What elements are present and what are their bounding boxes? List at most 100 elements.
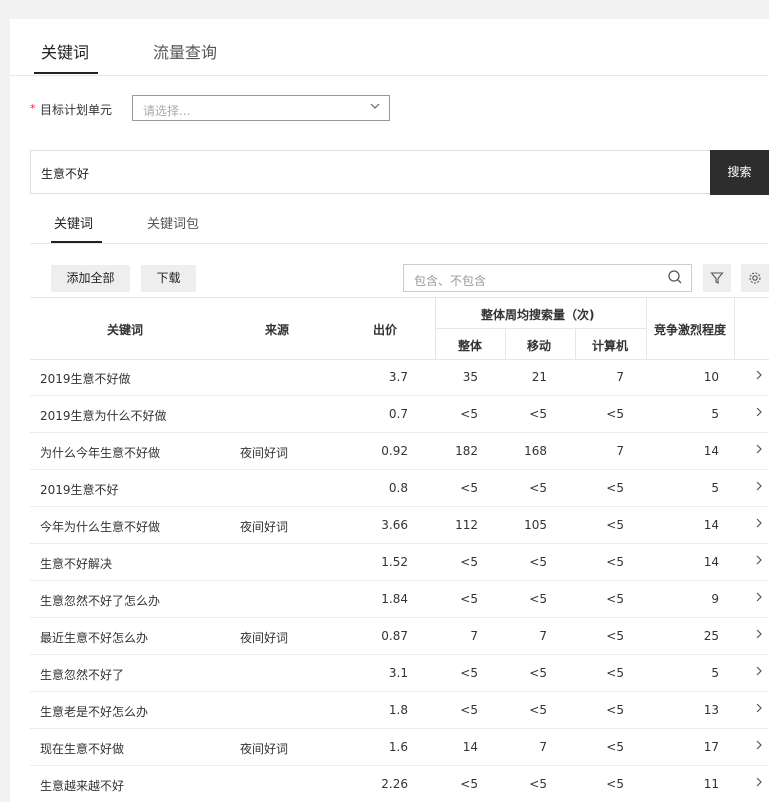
cell-competition: 9 (711, 592, 719, 606)
table-row: 生意越来越不好 2.26 <5 <5 <5 11 (30, 766, 769, 802)
cell-pc: <5 (606, 703, 624, 717)
cell-mobile: 168 (524, 444, 547, 458)
cell-keyword: 生意忽然不好了 (40, 668, 125, 682)
cell-source: 夜间好词 (240, 631, 289, 645)
cell-bid: 1.84 (381, 592, 408, 606)
cell-overall: <5 (460, 407, 478, 421)
required-mark: * (30, 102, 36, 115)
chevron-right-icon[interactable] (754, 665, 764, 681)
cell-competition: 5 (711, 407, 719, 421)
cell-bid: 0.8 (388, 481, 408, 495)
table-header: 关键词 来源 出价 整体周均搜索量（次) 整体 移动 计算机 竞争激烈程度 (30, 297, 769, 360)
cell-mobile: <5 (529, 555, 547, 569)
cell-bid: 1.8 (388, 703, 408, 717)
sub-tabs: 关键词 关键词包 (30, 199, 769, 244)
cell-keyword: 生意不好解决 (40, 557, 113, 571)
cell-competition: 10 (703, 370, 719, 384)
header-pc[interactable]: 计算机 (592, 337, 628, 354)
chevron-down-icon (369, 100, 381, 115)
cell-bid: 3.1 (388, 666, 408, 680)
cell-competition: 5 (711, 481, 719, 495)
subtab-keywords[interactable]: 关键词 (54, 213, 93, 232)
gear-icon (749, 272, 761, 284)
cell-overall: <5 (460, 481, 478, 495)
chevron-right-icon[interactable] (754, 776, 764, 792)
chevron-right-icon[interactable] (754, 739, 764, 755)
cell-overall: <5 (460, 703, 478, 717)
subtab-keyword-package[interactable]: 关键词包 (147, 213, 199, 232)
cell-mobile: 7 (539, 629, 547, 643)
cell-competition: 25 (703, 629, 719, 643)
cell-pc: <5 (606, 666, 624, 680)
header-mobile[interactable]: 移动 (527, 337, 551, 354)
cell-mobile: 21 (531, 370, 547, 384)
table-row: 现在生意不好做 夜间好词 1.6 14 7 <5 17 (30, 729, 769, 766)
table-row: 2019生意为什么不好做 0.7 <5 <5 <5 5 (30, 396, 769, 433)
cell-competition: 14 (703, 444, 719, 458)
cell-pc: <5 (606, 481, 624, 495)
header-weekly-searches: 整体周均搜索量（次) (481, 308, 595, 322)
table-row: 生意忽然不好了怎么办 1.84 <5 <5 <5 9 (30, 581, 769, 618)
header-source[interactable]: 来源 (265, 321, 289, 338)
cell-competition: 5 (711, 666, 719, 680)
cell-mobile: <5 (529, 592, 547, 606)
table-row: 2019生意不好做 3.7 35 21 7 10 (30, 359, 769, 396)
chevron-right-icon[interactable] (754, 628, 764, 644)
filter-button[interactable] (703, 264, 731, 292)
settings-button[interactable] (741, 264, 769, 292)
filter-input[interactable]: 包含、不包含 (403, 264, 692, 292)
cell-mobile: <5 (529, 481, 547, 495)
cell-overall: 182 (455, 444, 478, 458)
table-row: 生意老是不好怎么办 1.8 <5 <5 <5 13 (30, 692, 769, 729)
cell-keyword: 最近生意不好怎么办 (40, 631, 149, 645)
cell-overall: <5 (460, 666, 478, 680)
cell-competition: 13 (703, 703, 719, 717)
header-divider (646, 298, 647, 359)
cell-pc: <5 (606, 740, 624, 754)
header-overall[interactable]: 整体 (458, 337, 482, 354)
header-keyword[interactable]: 关键词 (107, 321, 143, 338)
cell-bid: 0.87 (381, 629, 408, 643)
chevron-right-icon[interactable] (754, 406, 764, 422)
cell-keyword: 2019生意不好做 (40, 372, 131, 386)
cell-overall: 35 (462, 370, 478, 384)
cell-competition: 17 (703, 740, 719, 754)
cell-competition: 14 (703, 518, 719, 532)
header-divider (734, 298, 735, 359)
keyword-search-input[interactable]: 生意不好 (30, 150, 711, 194)
cell-mobile: 105 (524, 518, 547, 532)
cell-bid: 0.7 (388, 407, 408, 421)
cell-keyword: 今年为什么生意不好做 (40, 520, 161, 534)
cell-mobile: <5 (529, 777, 547, 791)
header-bid[interactable]: 出价 (373, 321, 397, 338)
chevron-right-icon[interactable] (754, 702, 764, 718)
download-button[interactable]: 下载 (141, 265, 196, 292)
cell-source: 夜间好词 (240, 520, 289, 534)
table-row: 为什么今年生意不好做 夜间好词 0.92 182 168 7 14 (30, 433, 769, 470)
chevron-right-icon[interactable] (754, 517, 764, 533)
cell-pc: <5 (606, 407, 624, 421)
chevron-right-icon[interactable] (754, 443, 764, 459)
active-tab-indicator (34, 72, 98, 74)
cell-bid: 1.6 (388, 740, 408, 754)
filter-placeholder: 包含、不包含 (414, 274, 487, 288)
search-icon[interactable] (667, 269, 683, 289)
search-button[interactable]: 搜索 (710, 150, 769, 195)
cell-bid: 3.66 (381, 518, 408, 532)
cell-source: 夜间好词 (240, 446, 289, 460)
header-competition[interactable]: 竞争激烈程度 (654, 321, 726, 338)
chevron-right-icon[interactable] (754, 480, 764, 496)
cell-competition: 14 (703, 555, 719, 569)
chevron-right-icon[interactable] (754, 591, 764, 607)
chevron-right-icon[interactable] (754, 554, 764, 570)
header-divider (575, 328, 576, 359)
add-all-button[interactable]: 添加全部 (51, 265, 130, 292)
chevron-right-icon[interactable] (754, 369, 764, 385)
plan-unit-placeholder: 请选择... (143, 104, 191, 118)
cell-pc: <5 (606, 592, 624, 606)
tab-traffic-query[interactable]: 流量查询 (153, 39, 217, 63)
tab-keywords[interactable]: 关键词 (41, 39, 89, 63)
cell-overall: <5 (460, 592, 478, 606)
plan-unit-select[interactable]: 请选择... (132, 95, 390, 121)
table-row: 今年为什么生意不好做 夜间好词 3.66 112 105 <5 14 (30, 507, 769, 544)
